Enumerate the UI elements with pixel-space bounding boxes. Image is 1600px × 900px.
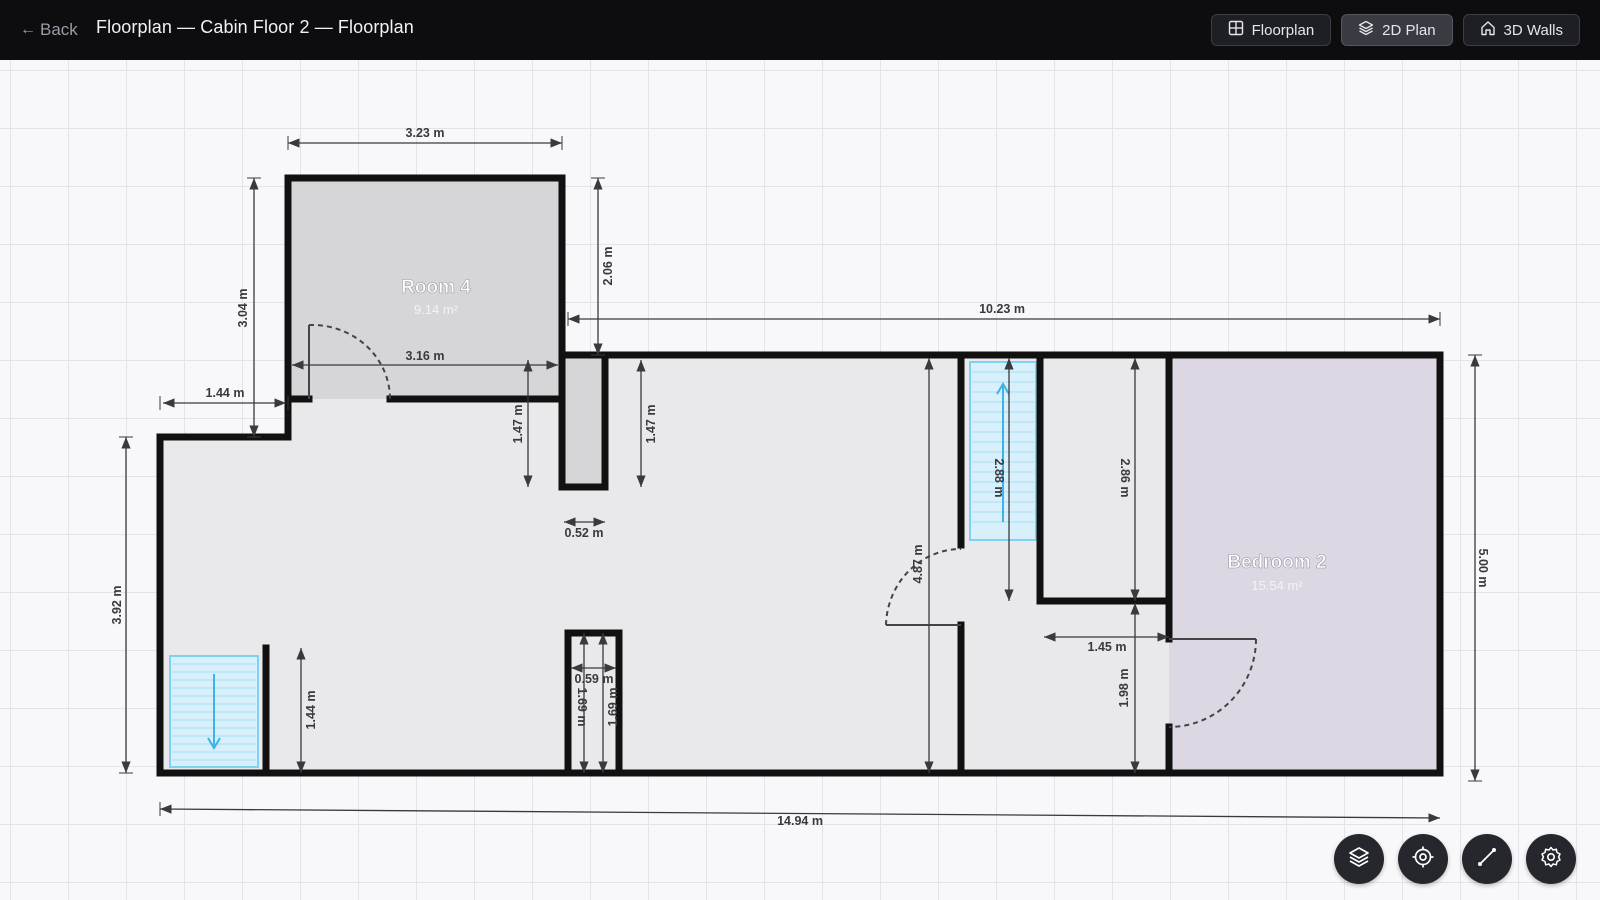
- dim-label: 0.52 m: [565, 526, 604, 540]
- tab-2d-plan[interactable]: 2D Plan: [1341, 14, 1453, 46]
- dim-label: 2.88 m: [992, 459, 1006, 498]
- top-bar: ← Back Floorplan — Cabin Floor 2 — Floor…: [0, 0, 1600, 60]
- measure-button[interactable]: [1462, 834, 1512, 884]
- room-4-name: Room 4: [401, 277, 471, 298]
- view-tabs: Floorplan 2D Plan 3D Walls: [1210, 14, 1580, 46]
- back-button[interactable]: ← Back: [20, 18, 78, 42]
- dim-label: 3.16 m: [406, 349, 445, 363]
- dim-label: 3.23 m: [406, 126, 445, 140]
- settings-button[interactable]: [1526, 834, 1576, 884]
- layers-button[interactable]: [1334, 834, 1384, 884]
- dim-label: 2.06 m: [601, 247, 615, 286]
- tab-3d-walls[interactable]: 3D Walls: [1462, 14, 1580, 46]
- dim-label: 1.44 m: [304, 691, 318, 730]
- gear-icon: [1539, 845, 1563, 874]
- dim-label: 3.04 m: [236, 289, 250, 328]
- plan-canvas[interactable]: 3.23 m 2.06 m 3.04 m 10.23 m 3.16 m 1.44…: [0, 60, 1600, 900]
- tab-3d-walls-label: 3D Walls: [1503, 21, 1563, 39]
- dim-label: 1.69 m: [606, 688, 620, 727]
- bedroom-2-area: 15.54 m²: [1251, 578, 1303, 593]
- dim-label: 1.69 m: [575, 688, 589, 727]
- arrow-left-icon: ←: [20, 21, 36, 38]
- recenter-button[interactable]: [1398, 834, 1448, 884]
- dim-label: 1.47 m: [511, 405, 525, 444]
- layers-icon: [1358, 20, 1374, 40]
- dim-label: 1.47 m: [644, 405, 658, 444]
- grid-icon: [1228, 20, 1244, 40]
- layers-icon: [1347, 845, 1371, 874]
- dim-label: 3.92 m: [110, 586, 124, 625]
- target-icon: [1411, 845, 1435, 874]
- dim-label: 10.23 m: [979, 302, 1025, 316]
- tab-floorplan-label: Floorplan: [1251, 21, 1315, 39]
- dim-label: 4.87 m: [911, 545, 925, 584]
- tab-2d-plan-label: 2D Plan: [1382, 21, 1436, 39]
- home-icon: [1480, 20, 1496, 40]
- closet-floor: [564, 358, 605, 487]
- ruler-icon: [1475, 845, 1499, 874]
- stairs-left: [169, 655, 259, 768]
- dim-label: 5.00 m: [1476, 549, 1490, 588]
- floorplan-drawing: 3.23 m 2.06 m 3.04 m 10.23 m 3.16 m 1.44…: [110, 126, 1490, 828]
- bedroom-2-name: Bedroom 2: [1227, 552, 1326, 573]
- stairs-right: [969, 361, 1037, 541]
- dim-label: 14.94 m: [777, 814, 823, 828]
- dim-label: 2.86 m: [1118, 459, 1132, 498]
- page-title: Floorplan — Cabin Floor 2 — Floorplan: [96, 17, 414, 37]
- back-label: Back: [40, 20, 78, 39]
- map-toolbar: [1334, 834, 1576, 884]
- dim-label: 1.98 m: [1117, 669, 1131, 708]
- tab-floorplan[interactable]: Floorplan: [1210, 14, 1332, 46]
- room-4-area: 9.14 m²: [414, 302, 459, 317]
- dim-label: 0.59 m: [575, 672, 614, 686]
- dim-label: 1.44 m: [206, 386, 245, 400]
- dim-label: 1.45 m: [1088, 640, 1127, 654]
